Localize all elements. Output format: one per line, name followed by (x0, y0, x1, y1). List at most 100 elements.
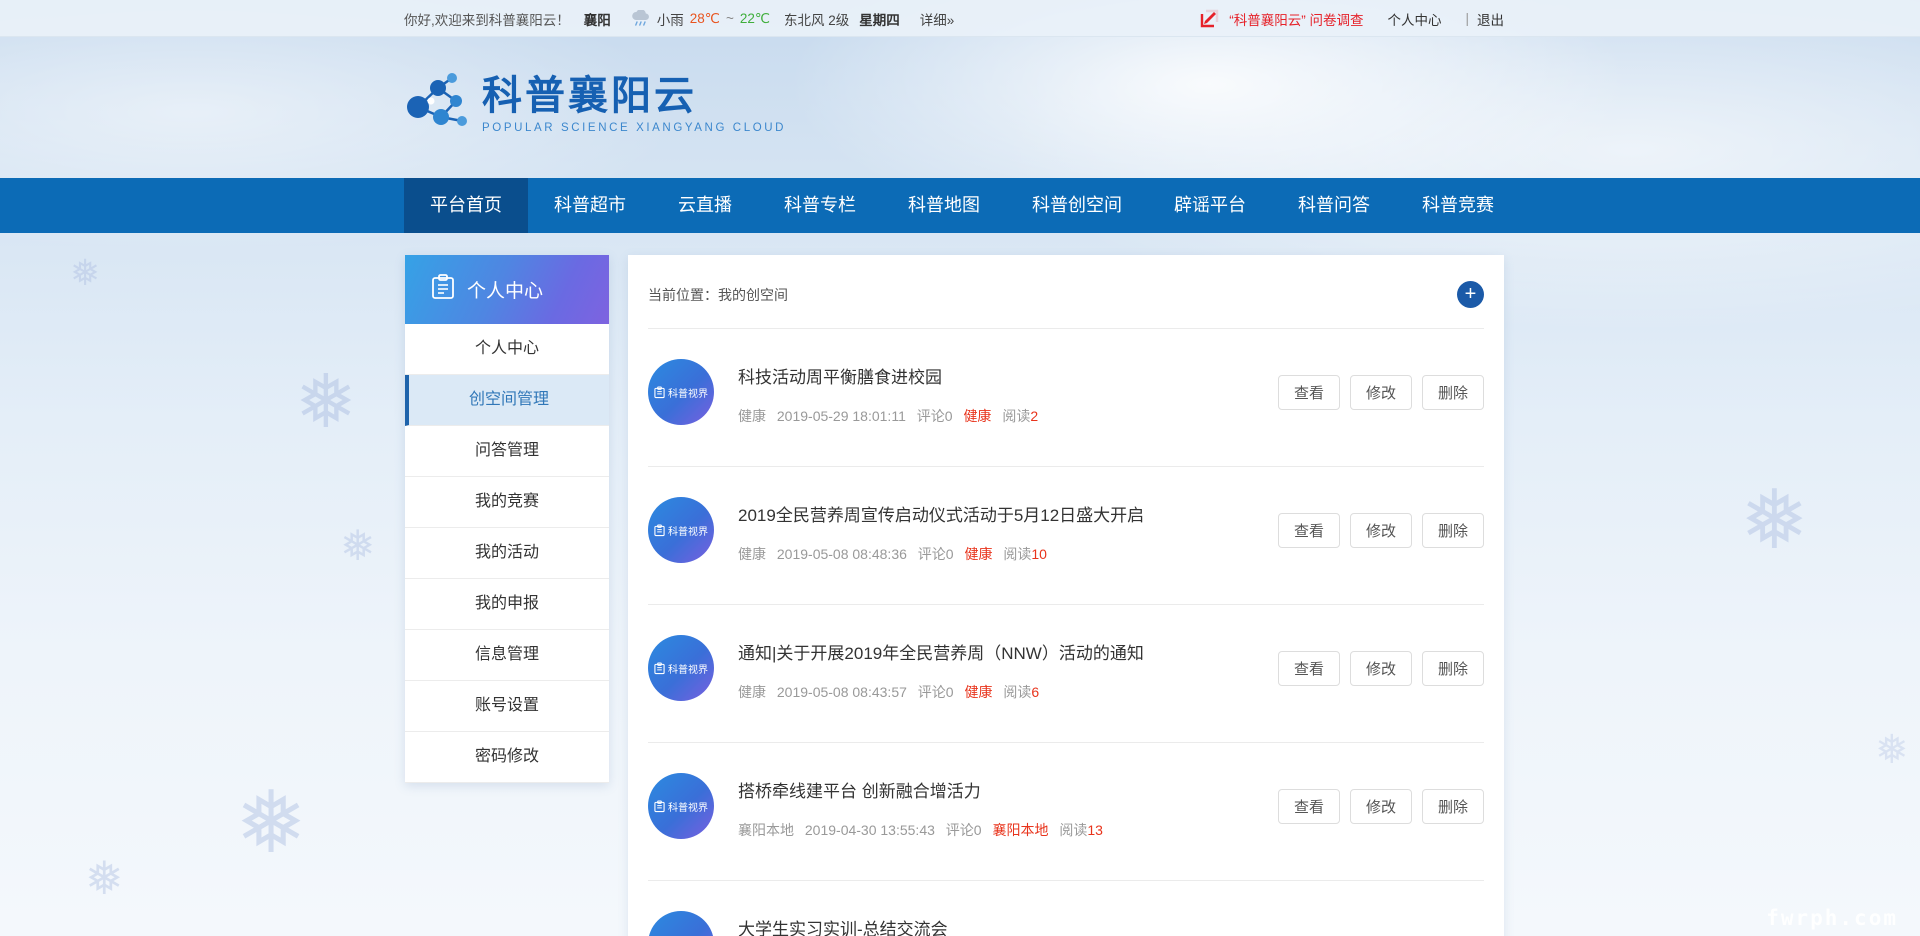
post-tag: 健康 (964, 684, 992, 700)
sidebar-item[interactable]: 我的活动 (405, 528, 609, 579)
delete-button[interactable]: 删除 (1422, 651, 1484, 686)
wind-info: 东北风 2级 (784, 9, 849, 29)
temp-low: 22℃ (740, 11, 770, 27)
post-meta: 健康 2019-05-29 18:01:11 评论0 健康 阅读2 (738, 406, 1038, 426)
site-logo[interactable]: 科普襄阳云 POPULAR SCIENCE XIANGYANG CLOUD (404, 71, 786, 138)
post-avatar: 科普视界 (648, 359, 714, 425)
survey-link[interactable]: “科普襄阳云” 问卷调查 (1229, 9, 1363, 29)
greeting-text: 你好,欢迎来到科普襄阳云！ (404, 9, 570, 29)
post-comments: 评论0 (918, 684, 954, 700)
content-panel: 当前位置：我的创空间 + 科普视界 科技活动周平衡膳食进校园 健康 2019-0… (628, 255, 1504, 936)
nav-item[interactable]: 科普创空间 (1006, 178, 1148, 233)
post-title[interactable]: 搭桥牵线建平台 创新融合增活力 (738, 777, 1103, 802)
add-post-button[interactable]: + (1457, 281, 1484, 308)
snowflake-icon: ❅ (85, 855, 124, 901)
nav-item[interactable]: 科普超市 (528, 178, 652, 233)
sidebar-item[interactable]: 问答管理 (405, 426, 609, 477)
post-title[interactable]: 2019全民营养周宣传启动仪式活动于5月12日盛大开启 (738, 501, 1144, 526)
post-read-label: 阅读 (1003, 684, 1031, 700)
view-button[interactable]: 查看 (1278, 789, 1340, 824)
post-title[interactable]: 大学生实习实训-总结交流会 (738, 915, 948, 936)
post-read-count: 2 (1030, 408, 1038, 424)
view-button[interactable]: 查看 (1278, 513, 1340, 548)
nav-item[interactable]: 科普专栏 (758, 178, 882, 233)
breadcrumb: 当前位置：我的创空间 (648, 285, 788, 305)
avatar-text: 科普视界 (668, 799, 708, 814)
topbar-divider: | (1465, 11, 1469, 26)
post-avatar: 科普视界 (648, 911, 714, 936)
post-avatar: 科普视界 (648, 497, 714, 563)
nav-item[interactable]: 科普问答 (1272, 178, 1396, 233)
edit-button[interactable]: 修改 (1350, 513, 1412, 548)
sidebar-item[interactable]: 我的竞赛 (405, 477, 609, 528)
logo-title: 科普襄阳云 (482, 76, 786, 116)
sidebar-item[interactable]: 个人中心 (405, 324, 609, 375)
snowflake-icon: ❅ (340, 525, 375, 567)
post-title[interactable]: 通知|关于开展2019年全民营养周（NNW）活动的通知 (738, 639, 1144, 664)
watermark: fwrph.com (1766, 906, 1898, 930)
sidebar-item[interactable]: 信息管理 (405, 630, 609, 681)
sidebar-item[interactable]: 账号设置 (405, 681, 609, 732)
delete-button[interactable]: 删除 (1422, 375, 1484, 410)
weather-condition: 小雨 (657, 9, 684, 29)
post-row: 科普视界 通知|关于开展2019年全民营养周（NNW）活动的通知 健康 2019… (648, 605, 1484, 743)
delete-button[interactable]: 删除 (1422, 513, 1484, 548)
post-meta: 健康 2019-05-08 08:43:57 评论0 健康 阅读6 (738, 682, 1144, 702)
delete-button[interactable]: 删除 (1422, 789, 1484, 824)
post-tag: 健康 (963, 408, 991, 424)
post-read-count: 10 (1031, 546, 1047, 562)
post-read-label: 阅读 (1059, 822, 1087, 838)
post-read-label: 阅读 (1003, 546, 1031, 562)
nav-item[interactable]: 平台首页 (404, 178, 528, 233)
post-datetime: 2019-05-08 08:48:36 (777, 546, 907, 562)
avatar-text: 科普视界 (668, 385, 708, 400)
snowflake-icon: ❅ (1875, 730, 1909, 770)
weather-detail-link[interactable]: 详细» (920, 9, 955, 29)
post-comments: 评论0 (918, 546, 954, 562)
main-nav: 平台首页科普超市云直播科普专栏科普地图科普创空间辟谣平台科普问答科普竞赛 (0, 178, 1920, 233)
nav-item[interactable]: 科普地图 (882, 178, 1006, 233)
sidebar-item[interactable]: 我的申报 (405, 579, 609, 630)
post-read-label: 阅读 (1002, 408, 1030, 424)
post-avatar: 科普视界 (648, 773, 714, 839)
post-read-count: 13 (1087, 822, 1103, 838)
post-category: 襄阳本地 (738, 822, 794, 838)
logout-link[interactable]: 退出 (1477, 9, 1504, 29)
post-row: 科普视界 科技活动周平衡膳食进校园 健康 2019-05-29 18:01:11… (648, 329, 1484, 467)
temp-separator: ~ (726, 11, 734, 26)
user-center-link[interactable]: 个人中心 (1387, 9, 1441, 29)
post-row: 科普视界 搭桥牵线建平台 创新融合增活力 襄阳本地 2019-04-30 13:… (648, 743, 1484, 881)
post-comments: 评论0 (917, 408, 953, 424)
post-title[interactable]: 科技活动周平衡膳食进校园 (738, 363, 1038, 388)
view-button[interactable]: 查看 (1278, 375, 1340, 410)
logo-molecule-icon (404, 71, 468, 138)
post-meta: 健康 2019-05-08 08:48:36 评论0 健康 阅读10 (738, 544, 1144, 564)
post-meta: 襄阳本地 2019-04-30 13:55:43 评论0 襄阳本地 阅读13 (738, 820, 1103, 840)
post-avatar: 科普视界 (648, 635, 714, 701)
edit-button[interactable]: 修改 (1350, 789, 1412, 824)
edit-button[interactable]: 修改 (1350, 651, 1412, 686)
snowflake-icon: ❅ (70, 255, 100, 291)
snowflake-icon: ❅ (295, 365, 357, 439)
city-label[interactable]: 襄阳 (584, 9, 611, 29)
avatar-text: 科普视界 (668, 661, 708, 676)
nav-item[interactable]: 科普竞赛 (1396, 178, 1520, 233)
weather-icon (631, 10, 651, 28)
post-datetime: 2019-05-08 08:43:57 (777, 684, 907, 700)
nav-item[interactable]: 云直播 (652, 178, 758, 233)
post-tag: 襄阳本地 (992, 822, 1048, 838)
nav-item[interactable]: 辟谣平台 (1148, 178, 1272, 233)
edit-button[interactable]: 修改 (1350, 375, 1412, 410)
view-button[interactable]: 查看 (1278, 651, 1340, 686)
post-row: 科普视界 2019全民营养周宣传启动仪式活动于5月12日盛大开启 健康 2019… (648, 467, 1484, 605)
temp-high: 28℃ (690, 11, 720, 27)
post-read-count: 6 (1031, 684, 1039, 700)
post-row: 科普视界 大学生实习实训-总结交流会 查看 修改 删除 (648, 881, 1484, 936)
post-category: 健康 (738, 408, 766, 424)
post-datetime: 2019-04-30 13:55:43 (805, 822, 935, 838)
sidebar-item[interactable]: 密码修改 (405, 732, 609, 783)
sidebar-header: 个人中心 (405, 255, 609, 324)
clipboard-icon (431, 274, 455, 306)
sidebar: 个人中心 个人中心创空间管理问答管理我的竞赛我的活动我的申报信息管理账号设置密码… (405, 255, 609, 783)
sidebar-item[interactable]: 创空间管理 (405, 375, 609, 426)
